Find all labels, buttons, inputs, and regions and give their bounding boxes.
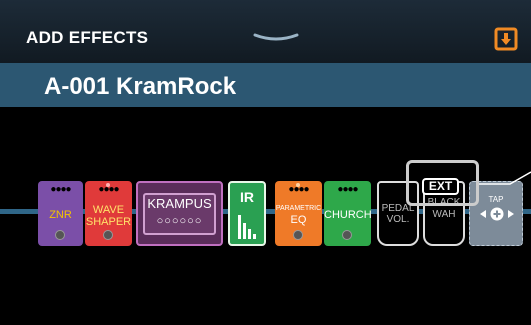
callout-line xyxy=(479,171,531,185)
